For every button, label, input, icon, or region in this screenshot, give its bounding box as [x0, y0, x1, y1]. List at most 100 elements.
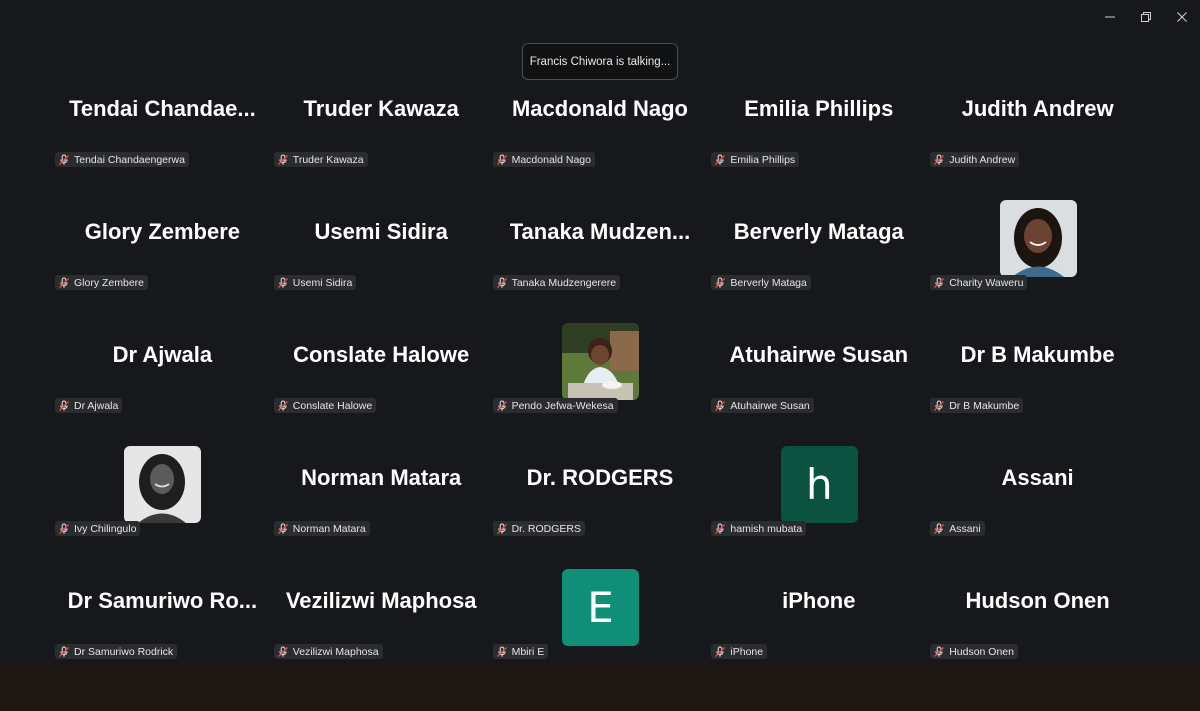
- participant-tag-label: Emilia Phillips: [730, 153, 796, 166]
- participant-tag-label: Conslate Halowe: [292, 399, 373, 412]
- participant-display-name: Macdonald Nago: [511, 96, 688, 121]
- participant-tag-label: Tendai Chandaengerwa: [74, 153, 185, 166]
- participant-display-name: Atuhairwe Susan: [729, 342, 909, 367]
- minimize-icon: [1104, 11, 1116, 23]
- mic-muted-icon: [277, 400, 289, 412]
- minimize-button[interactable]: [1092, 0, 1128, 34]
- participant-display-name: Vezilizwi Maphosa: [285, 588, 477, 613]
- participant-name-tag: iPhone: [711, 644, 768, 659]
- avatar-photo: [124, 446, 202, 523]
- participant-tile[interactable]: h hamish mubata: [709, 446, 928, 572]
- participant-tag-label: Dr. RODGERS: [511, 522, 582, 535]
- participant-tag-label: Judith Andrew: [949, 153, 1016, 166]
- participant-tag-label: Charity Waweru: [949, 276, 1024, 289]
- participant-tile[interactable]: Conslate Halowe Conslate Halowe: [272, 326, 491, 449]
- restore-icon: [1140, 11, 1152, 23]
- meeting-toolbar: [0, 664, 1200, 711]
- window-controls: [1092, 0, 1200, 34]
- participant-grid: Tendai Chandae... Tendai Chandaengerwa Tru…: [53, 80, 1147, 695]
- participant-name-tag: Pendo Jefwa-Wekesa: [492, 398, 618, 413]
- participant-name-tag: Usemi Sidira: [273, 275, 357, 290]
- participant-tag-label: Tanaka Mudzengerere: [511, 276, 617, 289]
- participant-name-tag: Dr Samuriwo Rodrick: [55, 644, 178, 659]
- participant-tag-label: Atuhairwe Susan: [730, 399, 810, 412]
- participant-tile[interactable]: Dr B Makumbe Dr B Makumbe: [928, 326, 1147, 449]
- participant-tile[interactable]: Pendo Jefwa-Wekesa: [491, 323, 710, 449]
- participant-display-name: Tanaka Mudzen...: [509, 219, 691, 244]
- participant-tile[interactable]: Charity Waweru: [928, 200, 1147, 326]
- avatar-initial: E: [561, 569, 639, 646]
- participant-name-tag: Vezilizwi Maphosa: [273, 644, 383, 659]
- participant-name-tag: Tendai Chandaengerwa: [55, 152, 189, 167]
- mic-muted-icon: [933, 154, 945, 166]
- participant-tag-label: Usemi Sidira: [292, 276, 353, 289]
- mic-muted-icon: [714, 154, 726, 166]
- participant-tag-label: Dr Samuriwo Rodrick: [74, 645, 174, 658]
- participant-name-tag: Truder Kawaza: [273, 152, 368, 167]
- mic-muted-icon: [58, 277, 70, 289]
- mic-muted-icon: [933, 277, 945, 289]
- avatar-photo: [999, 200, 1077, 277]
- mic-muted-icon: [496, 154, 508, 166]
- participant-display-name: Dr B Makumbe: [960, 342, 1115, 367]
- participant-tile[interactable]: Atuhairwe Susan Atuhairwe Susan: [709, 326, 928, 449]
- mic-muted-icon: [58, 523, 70, 535]
- mic-muted-icon: [58, 400, 70, 412]
- participant-tag-label: Dr B Makumbe: [949, 399, 1020, 412]
- mic-muted-icon: [496, 277, 508, 289]
- mic-muted-icon: [277, 154, 289, 166]
- close-button[interactable]: [1164, 0, 1200, 34]
- participant-name-tag: Dr B Makumbe: [930, 398, 1024, 413]
- participant-display-name: iPhone: [782, 588, 856, 613]
- restore-button[interactable]: [1128, 0, 1164, 34]
- participant-tile[interactable]: Macdonald Nago Macdonald Nago: [491, 80, 710, 203]
- mic-muted-icon: [714, 277, 726, 289]
- participant-name-tag: Dr. RODGERS: [492, 521, 586, 536]
- participant-tile[interactable]: Norman Matara Norman Matara: [272, 449, 491, 572]
- participant-tile[interactable]: Dr Ajwala Dr Ajwala: [53, 326, 272, 449]
- participant-tag-label: Glory Zembere: [74, 276, 145, 289]
- participant-tile[interactable]: Usemi Sidira Usemi Sidira: [272, 203, 491, 326]
- participant-display-name: Emilia Phillips: [744, 96, 894, 121]
- participant-tile[interactable]: Ivy Chilingulo: [53, 446, 272, 572]
- participant-name-tag: Charity Waweru: [930, 275, 1028, 290]
- participant-name-tag: Emilia Phillips: [711, 152, 800, 167]
- participant-tile[interactable]: Tanaka Mudzen... Tanaka Mudzengerere: [491, 203, 710, 326]
- participant-tile[interactable]: Dr. RODGERS Dr. RODGERS: [491, 449, 710, 572]
- participant-tile[interactable]: Truder Kawaza Truder Kawaza: [272, 80, 491, 203]
- mic-muted-icon: [277, 523, 289, 535]
- participant-display-name: Dr Ajwala: [112, 342, 213, 367]
- participant-tag-label: Macdonald Nago: [511, 153, 591, 166]
- participant-tag-label: Ivy Chilingulo: [74, 522, 137, 535]
- participant-name-tag: hamish mubata: [711, 521, 807, 536]
- participant-tile[interactable]: Glory Zembere Glory Zembere: [53, 203, 272, 326]
- participant-name-tag: Glory Zembere: [55, 275, 149, 290]
- mic-muted-icon: [714, 400, 726, 412]
- participant-tile[interactable]: Assani Assani: [928, 449, 1147, 572]
- mic-muted-icon: [58, 646, 70, 658]
- participant-name-tag: Norman Matara: [273, 521, 370, 536]
- participant-tile[interactable]: Tendai Chandae... Tendai Chandaengerwa: [53, 80, 272, 203]
- participant-name-tag: Ivy Chilingulo: [55, 521, 141, 536]
- participant-name-tag: Hudson Onen: [930, 644, 1018, 659]
- participant-display-name: Norman Matara: [301, 465, 462, 490]
- participant-name-tag: Atuhairwe Susan: [711, 398, 814, 413]
- talking-indicator: Francis Chiwora is talking...: [522, 43, 678, 80]
- mic-muted-icon: [277, 646, 289, 658]
- participant-tag-label: iPhone: [730, 645, 764, 658]
- mic-muted-icon: [933, 646, 945, 658]
- participant-display-name: Hudson Onen: [965, 588, 1110, 613]
- title-bar: [0, 0, 1200, 34]
- mic-muted-icon: [714, 523, 726, 535]
- participant-tile[interactable]: Emilia Phillips Emilia Phillips: [709, 80, 928, 203]
- participant-name-tag: Dr Ajwala: [55, 398, 123, 413]
- participant-tile[interactable]: Judith Andrew Judith Andrew: [928, 80, 1147, 203]
- participant-display-name: Conslate Halowe: [293, 342, 470, 367]
- participant-tile[interactable]: Berverly Mataga Berverly Mataga: [709, 203, 928, 326]
- participant-tag-label: Vezilizwi Maphosa: [292, 645, 379, 658]
- participant-display-name: Glory Zembere: [84, 219, 241, 244]
- mic-muted-icon: [933, 400, 945, 412]
- participant-name-tag: Mbiri E: [492, 644, 549, 659]
- participant-display-name: Tendai Chandae...: [69, 96, 256, 121]
- mic-muted-icon: [496, 400, 508, 412]
